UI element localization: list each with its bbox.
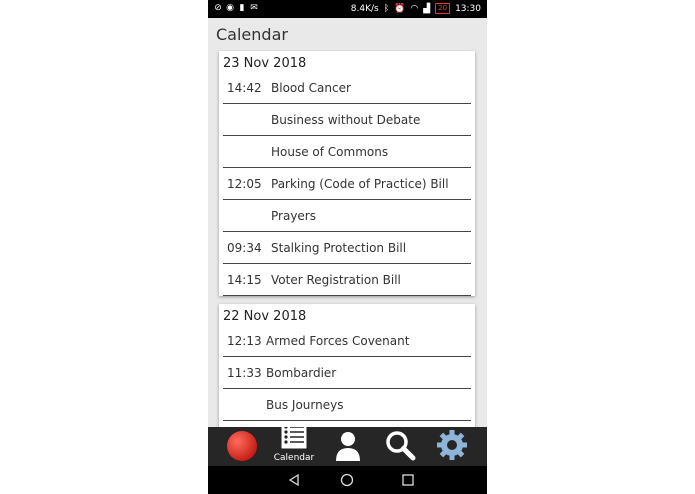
day-date: 23 Nov 2018 xyxy=(223,56,307,71)
item-time: 12:05 xyxy=(227,177,262,191)
home-icon[interactable] xyxy=(340,473,354,487)
list-item[interactable]: House of Commons xyxy=(223,136,471,168)
list-item[interactable]: Prayers xyxy=(223,200,471,232)
nav-calendar[interactable]: Calendar xyxy=(274,420,314,466)
calendar-list-icon xyxy=(280,420,308,450)
network-speed: 8.4K/s xyxy=(350,3,379,14)
item-name: Bus Journeys xyxy=(266,398,344,412)
page-title: Calendar xyxy=(216,25,288,44)
person-icon xyxy=(336,432,360,461)
list-item[interactable]: 14:42 Blood Cancer xyxy=(223,72,471,104)
day-card: 22 Nov 2018 12:13 Armed Forces Covenant … xyxy=(219,304,475,427)
item-name: Prayers xyxy=(271,209,316,223)
item-name: Blood Cancer xyxy=(271,81,351,95)
recents-icon[interactable] xyxy=(402,474,414,486)
nav-settings[interactable] xyxy=(432,427,472,466)
bluetooth-icon: ᛒ xyxy=(383,3,390,14)
nav-label: Calendar xyxy=(273,453,315,463)
alarm-icon: ⏰ xyxy=(394,3,406,14)
battery-icon: 20 xyxy=(435,3,451,14)
item-name: Parking (Code of Practice) Bill xyxy=(271,177,449,191)
item-name: Stalking Protection Bill xyxy=(271,241,407,255)
status-indicators: 8.4K/s ᛒ ⏰ ◠ ▟ 20 13:30 xyxy=(351,3,481,14)
item-time: 12:13 xyxy=(227,334,262,348)
status-bar: ⊘ ◉ ▮ ✉ 8.4K/s ᛒ ⏰ ◠ ▟ 20 13:30 xyxy=(208,0,487,18)
notification-icons: ⊘ ◉ ▮ ✉ xyxy=(214,3,258,13)
messenger-icon: ◉ xyxy=(226,3,234,13)
system-buttons xyxy=(288,473,414,487)
calendar-list[interactable]: 23 Nov 2018 14:42 Blood Cancer Business … xyxy=(208,50,487,427)
bottom-nav: Calendar xyxy=(208,420,487,466)
list-item[interactable]: 12:05 Parking (Code of Practice) Bill xyxy=(223,168,471,200)
search-icon xyxy=(386,431,416,461)
item-name: House of Commons xyxy=(271,145,389,159)
list-item[interactable]: 12:13 Armed Forces Covenant xyxy=(223,325,471,357)
nav-profile[interactable] xyxy=(328,427,368,466)
day-card: 23 Nov 2018 14:42 Blood Cancer Business … xyxy=(219,51,475,296)
item-time: 09:34 xyxy=(227,241,262,255)
day-date: 22 Nov 2018 xyxy=(223,309,307,324)
item-time: 14:15 xyxy=(227,273,262,287)
nav-search[interactable] xyxy=(380,427,420,466)
list-item[interactable]: Bus Journeys xyxy=(223,389,471,421)
list-item[interactable]: 11:33 Bombardier xyxy=(223,357,471,389)
nav-home[interactable] xyxy=(222,427,262,466)
list-item[interactable]: Business without Debate xyxy=(223,104,471,136)
back-icon[interactable] xyxy=(288,473,299,487)
mail-icon: ✉ xyxy=(250,3,258,13)
gear-icon xyxy=(437,430,467,460)
phone-screen: ⊘ ◉ ▮ ✉ 8.4K/s ᛒ ⏰ ◠ ▟ 20 13:30 Calendar… xyxy=(208,0,487,494)
item-name: Business without Debate xyxy=(271,113,421,127)
item-time: 14:42 xyxy=(227,81,262,95)
list-item[interactable]: 09:34 Stalking Protection Bill xyxy=(223,232,471,264)
signal-icon: ▟ xyxy=(423,3,431,14)
item-name: Armed Forces Covenant xyxy=(266,334,410,348)
item-name: Bombardier xyxy=(266,366,337,380)
wifi-icon: ◠ xyxy=(410,3,419,14)
clock: 13:30 xyxy=(455,3,481,14)
system-nav-bar xyxy=(208,466,487,494)
red-circle-icon xyxy=(227,431,257,461)
notification-icon: ▮ xyxy=(239,3,245,13)
item-name: Voter Registration Bill xyxy=(271,273,401,287)
notification-icon: ⊘ xyxy=(214,3,222,13)
item-time: 11:33 xyxy=(227,366,262,380)
list-item[interactable]: 14:15 Voter Registration Bill xyxy=(223,264,471,296)
